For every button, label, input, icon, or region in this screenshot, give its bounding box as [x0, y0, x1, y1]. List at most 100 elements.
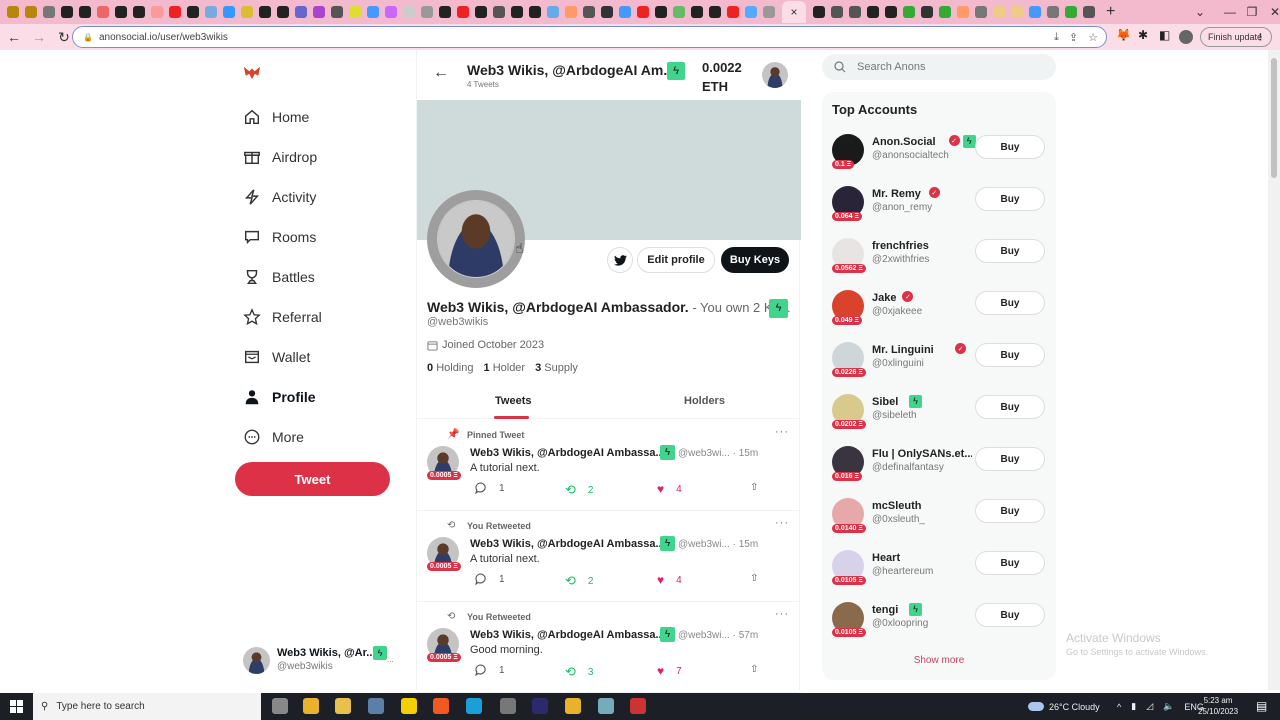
stat-holder[interactable]: 1 Holder	[484, 362, 526, 374]
browser-tab[interactable]	[975, 6, 987, 18]
account-name[interactable]: Sibel	[872, 396, 898, 408]
back-arrow-icon[interactable]: ←	[433, 64, 449, 82]
volume-icon[interactable]: 🔈	[1163, 701, 1174, 712]
sidebar-item-home[interactable]: Home	[243, 105, 309, 129]
chrome-active-icon[interactable]	[565, 698, 581, 714]
tweet-author-name[interactable]: Web3 Wikis, @ArbdogeAI Ambassa...	[470, 447, 665, 459]
show-more-link[interactable]: Show more	[822, 655, 1056, 666]
browser-tab[interactable]	[187, 6, 199, 18]
browser-tab[interactable]	[1083, 6, 1095, 18]
browser-tab[interactable]	[849, 6, 861, 18]
tab-holders[interactable]: Holders	[684, 395, 725, 407]
account-name[interactable]: Mr. Remy	[872, 188, 921, 200]
browser-tab[interactable]	[903, 6, 915, 18]
browser-tab[interactable]	[637, 6, 649, 18]
browser-tab[interactable]	[831, 6, 843, 18]
profile-avatar-icon[interactable]	[1179, 30, 1193, 44]
tweet-author-name[interactable]: Web3 Wikis, @ArbdogeAI Ambassa...	[470, 538, 665, 550]
scrollbar-thumb[interactable]	[1271, 58, 1277, 178]
tweet-author-name[interactable]: Web3 Wikis, @ArbdogeAI Ambassa...	[470, 629, 665, 641]
browser-tab[interactable]	[61, 6, 73, 18]
notifications-icon[interactable]: ▤	[1256, 699, 1267, 713]
account-name[interactable]: frenchfries	[872, 240, 929, 252]
buy-button[interactable]: Buy	[975, 551, 1045, 575]
browser-tab[interactable]	[1065, 6, 1077, 18]
retweet-button[interactable]: ⟲ 2	[565, 482, 593, 498]
anon-social-logo[interactable]	[243, 65, 261, 81]
browser-tab[interactable]	[421, 6, 433, 18]
top-account-item[interactable]: 0.0140 Ξ mcSleuth @0xsleuth_ Buy	[832, 498, 1052, 538]
task-view-icon[interactable]	[272, 698, 288, 714]
browser-tab[interactable]	[957, 6, 969, 18]
buy-button[interactable]: Buy	[975, 187, 1045, 211]
file-explorer-icon[interactable]	[335, 698, 351, 714]
top-account-item[interactable]: 0.0226 Ξ Mr. Linguini ✓ @0xlinguini Buy	[832, 342, 1052, 382]
buy-button[interactable]: Buy	[975, 343, 1045, 367]
app-icon[interactable]	[630, 698, 646, 714]
tweet-more-icon[interactable]: ···	[775, 517, 789, 529]
account-name[interactable]: tengi	[872, 604, 898, 616]
tweet-item[interactable]: ⟲ You Retweeted ··· 0.0005 Ξ Web3 Wikis, @Ar…	[417, 511, 801, 602]
browser-tab[interactable]	[921, 6, 933, 18]
tweet-button[interactable]: Tweet	[235, 462, 390, 496]
top-account-item[interactable]: 0.0562 Ξ frenchfries @2xwithfries Buy	[832, 238, 1052, 278]
finish-update-button[interactable]: Finish update ⋮	[1200, 27, 1272, 47]
top-account-item[interactable]: 0.016 Ξ Flu | OnlySANs.et... @definalfanta…	[832, 446, 1052, 486]
browser-tab[interactable]	[655, 6, 667, 18]
metamask-extension-icon[interactable]: 🦊	[1116, 28, 1131, 42]
browser-tab[interactable]	[727, 6, 739, 18]
browser-tab[interactable]	[259, 6, 271, 18]
browser-tab[interactable]	[295, 6, 307, 18]
browser-tab[interactable]	[1029, 6, 1041, 18]
notepad-icon[interactable]	[598, 698, 614, 714]
top-account-item[interactable]: 0.0105 Ξ tengi ϟ @0xloopring Buy	[832, 602, 1052, 642]
like-button[interactable]: ♥ 4	[657, 573, 682, 587]
buy-button[interactable]: Buy	[975, 603, 1045, 627]
tweet-item[interactable]: 📌 Pinned Tweet ··· 0.0005 Ξ Web3 Wikis, @Arb…	[417, 420, 801, 511]
browser-tab[interactable]	[367, 6, 379, 18]
browser-tab[interactable]	[601, 6, 613, 18]
browser-tab[interactable]	[475, 6, 487, 18]
like-button[interactable]: ♥ 7	[657, 664, 682, 678]
browser-tab[interactable]	[457, 6, 469, 18]
browser-tab[interactable]	[583, 6, 595, 18]
browser-tab[interactable]	[439, 6, 451, 18]
brave-icon[interactable]	[433, 698, 449, 714]
sidebar-item-battles[interactable]: Battles	[243, 265, 315, 289]
browser-tab[interactable]	[813, 6, 825, 18]
account-name[interactable]: Flu | OnlySANs.et...	[872, 448, 972, 460]
active-browser-tab[interactable]: ×	[782, 1, 806, 23]
page-scrollbar[interactable]	[1268, 50, 1280, 690]
browser-tab[interactable]	[43, 6, 55, 18]
sticky-notes-icon[interactable]	[401, 698, 417, 714]
edit-profile-button[interactable]: Edit profile	[637, 247, 715, 273]
calculator-icon[interactable]	[368, 698, 384, 714]
microphone-icon[interactable]: ▮	[1131, 701, 1136, 712]
account-name[interactable]: mcSleuth	[872, 500, 922, 512]
extensions-puzzle-icon[interactable]: ✱	[1138, 28, 1148, 42]
top-account-item[interactable]: 0.0202 Ξ Sibel ϟ @sibeleth Buy	[832, 394, 1052, 434]
browser-tab[interactable]	[529, 6, 541, 18]
current-account-switcher[interactable]: Web3 Wikis, @Ar... ϟ @web3wikis ...	[243, 645, 403, 675]
top-account-item[interactable]: 0.049 Ξ Jake ✓ @0xjakeee Buy	[832, 290, 1052, 330]
bookmark-star-icon[interactable]: ☆	[1088, 31, 1098, 44]
browser-tab[interactable]	[493, 6, 505, 18]
share-button[interactable]: ⇧	[750, 482, 758, 493]
browser-tab[interactable]	[7, 6, 19, 18]
browser-tab[interactable]	[547, 6, 559, 18]
buy-button[interactable]: Buy	[975, 239, 1045, 263]
sidebar-item-profile[interactable]: Profile	[243, 385, 316, 409]
browser-tab[interactable]	[1011, 6, 1023, 18]
browser-tab[interactable]	[763, 6, 775, 18]
back-button[interactable]: ←	[3, 29, 25, 45]
buy-button[interactable]: Buy	[975, 135, 1045, 159]
account-name[interactable]: Jake	[872, 292, 896, 304]
browser-tab[interactable]	[115, 6, 127, 18]
app-icon[interactable]	[532, 698, 548, 714]
account-name[interactable]: Anon.Social	[872, 136, 936, 148]
browser-tab[interactable]	[277, 6, 289, 18]
browser-tab[interactable]	[867, 6, 879, 18]
chrome-icon[interactable]	[303, 698, 319, 714]
browser-tab[interactable]	[205, 6, 217, 18]
tweet-item[interactable]: ⟲ You Retweeted ··· 0.0005 Ξ Web3 Wikis, @Ar…	[417, 602, 801, 693]
